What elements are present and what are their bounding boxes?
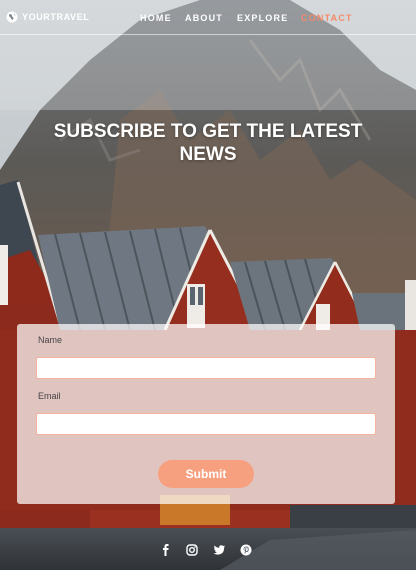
- twitter-icon[interactable]: [212, 543, 226, 557]
- name-label: Name: [38, 335, 63, 345]
- submit-button[interactable]: Submit: [158, 460, 254, 488]
- nav-contact-link[interactable]: CONTACT: [301, 13, 353, 23]
- subscribe-form: Name Email Submit: [17, 324, 395, 504]
- facebook-icon[interactable]: [159, 543, 173, 557]
- brand-logo[interactable]: YOURTRAVEL: [6, 11, 89, 23]
- top-navigation: YOURTRAVEL HOME ABOUT EXPLORE CONTACT: [0, 0, 416, 35]
- subscribe-page: YOURTRAVEL HOME ABOUT EXPLORE CONTACT SU…: [0, 0, 416, 570]
- instagram-icon[interactable]: [185, 543, 199, 557]
- nav-explore-link[interactable]: EXPLORE: [237, 13, 288, 23]
- nav-home-link[interactable]: HOME: [140, 13, 172, 23]
- page-title: SUBSCRIBE TO GET THE LATEST NEWS: [53, 121, 363, 165]
- email-label: Email: [38, 391, 61, 401]
- name-field[interactable]: [36, 357, 376, 379]
- email-field[interactable]: [36, 413, 376, 435]
- brand-name: YOURTRAVEL: [22, 12, 90, 22]
- globe-icon: [6, 11, 18, 23]
- pinterest-icon[interactable]: [239, 543, 253, 557]
- nav-about-link[interactable]: ABOUT: [185, 13, 223, 23]
